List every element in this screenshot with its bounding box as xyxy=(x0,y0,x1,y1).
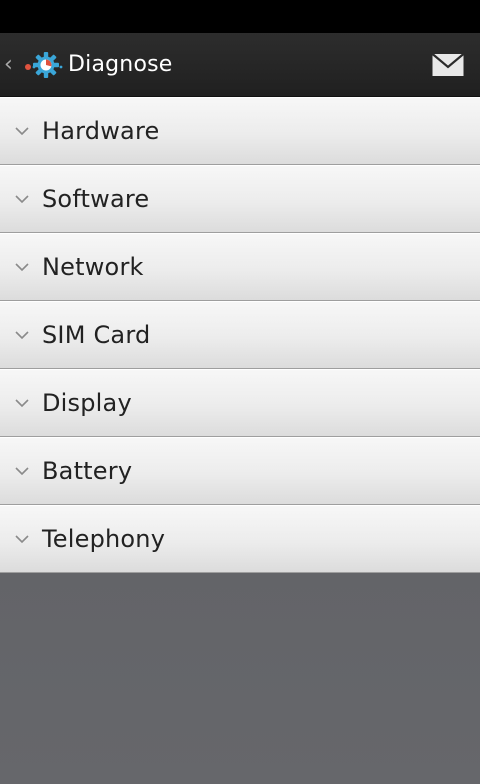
category-telephony[interactable]: Telephony xyxy=(0,505,480,573)
category-hardware[interactable]: Hardware xyxy=(0,97,480,165)
category-display[interactable]: Display xyxy=(0,369,480,437)
category-label: Display xyxy=(42,389,132,417)
category-label: Battery xyxy=(42,457,133,485)
category-sim-card[interactable]: SIM Card xyxy=(0,301,480,369)
diagnose-category-list: Hardware Software Network SIM Card Displ… xyxy=(0,97,480,573)
mail-button[interactable] xyxy=(416,33,480,97)
mail-icon xyxy=(432,52,464,76)
category-label: Telephony xyxy=(42,525,166,553)
chevron-down-icon xyxy=(0,534,42,544)
category-battery[interactable]: Battery xyxy=(0,437,480,505)
chevron-down-icon xyxy=(0,194,42,204)
category-label: Software xyxy=(42,185,150,213)
status-bar xyxy=(0,0,480,33)
category-label: Hardware xyxy=(42,117,160,145)
category-label: Network xyxy=(42,253,144,281)
chevron-left-icon: ‹ xyxy=(4,51,13,77)
chevron-down-icon xyxy=(0,330,42,340)
app-title: Diagnose xyxy=(68,52,173,77)
category-network[interactable]: Network xyxy=(0,233,480,301)
chevron-down-icon xyxy=(0,398,42,408)
diagnose-gear-icon xyxy=(25,51,63,78)
category-label: SIM Card xyxy=(42,321,151,349)
screen: ‹ Diagnose Hardware Software Network SIM… xyxy=(0,0,480,784)
action-bar: ‹ Diagnose xyxy=(0,33,480,97)
chevron-down-icon xyxy=(0,262,42,272)
chevron-down-icon xyxy=(0,126,42,136)
chevron-down-icon xyxy=(0,466,42,476)
category-software[interactable]: Software xyxy=(0,165,480,233)
up-navigation-button[interactable]: ‹ Diagnose xyxy=(0,33,181,96)
